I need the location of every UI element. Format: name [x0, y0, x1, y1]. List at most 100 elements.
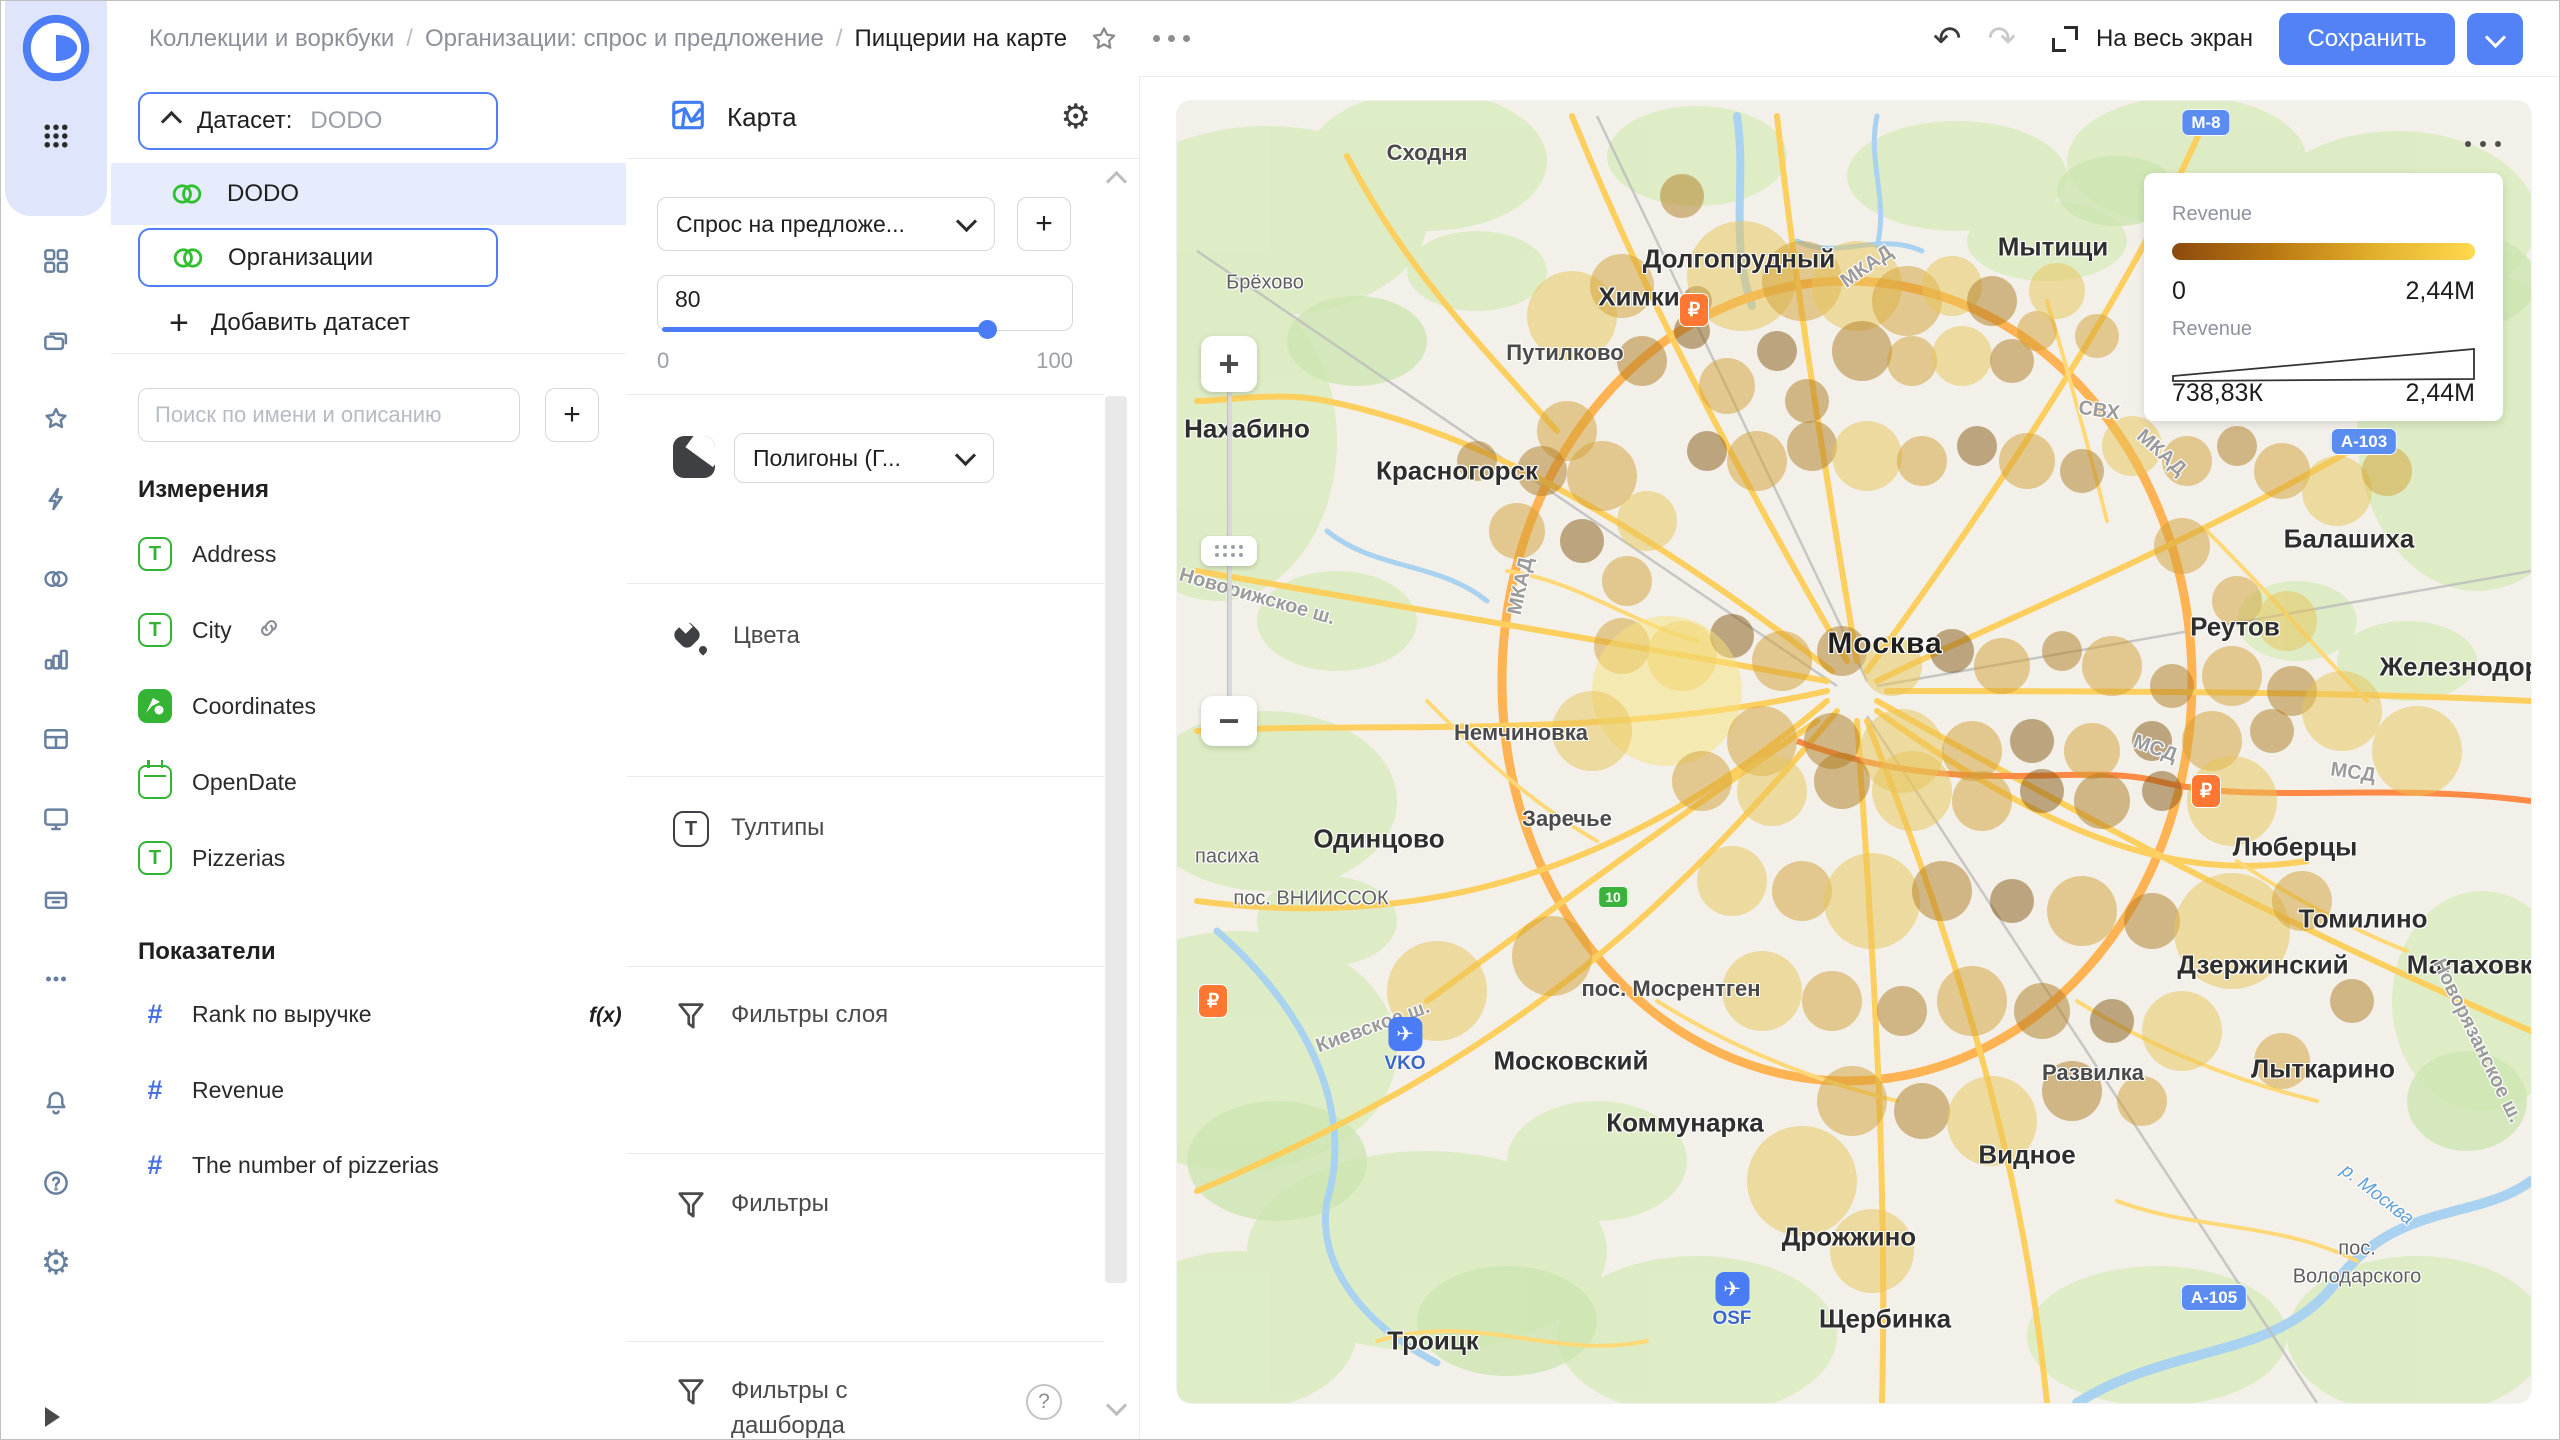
more-dots-icon[interactable] [1, 949, 111, 1009]
divider [626, 966, 1104, 967]
tooltip-icon: T [673, 811, 709, 847]
redo-icon[interactable]: ↷ [1987, 22, 2016, 56]
opacity-slider-fill [662, 327, 987, 332]
layer-filters-section[interactable]: Фильтры слоя [673, 998, 888, 1041]
table-icon[interactable] [1, 709, 111, 769]
tooltips-section[interactable]: T Тултипы [673, 811, 824, 847]
plus-icon: + [169, 306, 189, 340]
field-address[interactable]: T Address [138, 532, 276, 576]
funnel-icon [673, 1374, 709, 1417]
scroll-up-icon[interactable] [1106, 171, 1127, 192]
fullscreen-icon[interactable] [2052, 26, 2078, 52]
divider [626, 583, 1104, 584]
breadcrumb-current-page: Пиццерии на карте [855, 25, 1068, 53]
layer-select[interactable]: Спрос на предложе... [657, 197, 995, 251]
fullscreen-label[interactable]: На весь экран [2096, 25, 2253, 53]
legend-size-max: 2,44М [2406, 379, 2475, 408]
colors-section[interactable]: Цвета [673, 619, 800, 657]
field-opendate[interactable]: OpenDate [138, 760, 297, 804]
breadcrumb-separator: / [836, 25, 843, 53]
field-number-of-pizzerias[interactable]: # The number of pizzerias [138, 1143, 439, 1187]
grid-squares-icon[interactable] [1, 231, 111, 291]
dataset-selector[interactable]: Датасет: DODO [138, 92, 498, 150]
map-canvas[interactable]: СходняБрёховоДолгопрудныйМытищиХимкиПути… [1177, 101, 2531, 1403]
dataset-item-dodo[interactable]: DODO [111, 163, 626, 225]
number-field-icon: # [138, 1075, 172, 1106]
settings-gear-icon[interactable]: ⚙ [1, 1233, 111, 1293]
field-coordinates[interactable]: Coordinates [138, 684, 316, 728]
legend-color-title: Revenue [2172, 203, 2252, 226]
apps-grid-icon[interactable] [1, 106, 111, 166]
add-field-button[interactable]: + [545, 388, 599, 442]
add-layer-button[interactable]: + [1017, 197, 1071, 251]
expand-panel-icon[interactable] [45, 1407, 60, 1427]
layer-opacity-control: 80 [657, 275, 1073, 331]
measures-title: Показатели [138, 938, 276, 966]
zoom-in-button[interactable]: + [1201, 336, 1257, 392]
opacity-slider[interactable] [662, 327, 1068, 332]
text-field-icon: T [138, 841, 172, 875]
opacity-value[interactable]: 80 [675, 286, 701, 313]
save-dropdown-button[interactable] [2467, 13, 2523, 65]
notifications-bell-icon[interactable] [1, 1073, 111, 1133]
left-nav-sidebar: ⚙ [1, 1, 112, 1440]
divider [111, 353, 626, 354]
datasets-circles-icon[interactable] [1, 549, 111, 609]
dataset-item-label: Организации [228, 244, 373, 272]
help-icon[interactable] [1, 1153, 111, 1213]
formula-icon: f(x) [589, 1004, 622, 1028]
add-dataset-button[interactable]: + Добавить датасет [169, 298, 410, 348]
chart-settings-gear-icon[interactable]: ⚙ [1061, 100, 1091, 134]
lightning-icon[interactable] [1, 469, 111, 529]
favorites-star-icon[interactable] [1, 389, 111, 449]
map-options-icon[interactable] [2465, 141, 2519, 147]
datalens-logo-icon[interactable] [21, 13, 91, 83]
text-field-icon: T [138, 537, 172, 571]
field-rank[interactable]: # Rank по выручке [138, 992, 372, 1036]
dataset-item-organizations[interactable]: Организации [138, 228, 498, 287]
bar-chart-icon[interactable] [1, 629, 111, 689]
divider [626, 394, 1104, 395]
field-search-input[interactable] [139, 389, 519, 441]
field-revenue[interactable]: # Revenue [138, 1068, 284, 1112]
datalens-wizard-window: ⚙ Коллекции и воркбуки / Организации: сп… [0, 0, 2560, 1440]
map-legend: Revenue 0 2,44M Revenue 738,83К 2,44М [2144, 173, 2503, 421]
breadcrumb: Коллекции и воркбуки / Организации: спро… [149, 25, 1067, 53]
zoom-out-button[interactable]: − [1201, 696, 1257, 746]
text-field-icon: T [138, 613, 172, 647]
dataset-icon [169, 180, 205, 208]
breadcrumb-collections[interactable]: Коллекции и воркбуки [149, 25, 394, 53]
favorite-star-icon[interactable] [1089, 24, 1119, 54]
funnel-icon [673, 1187, 709, 1230]
opacity-slider-knob[interactable] [978, 320, 997, 339]
divider [626, 1341, 1104, 1342]
link-icon [256, 615, 282, 646]
filters-section[interactable]: Фильтры [673, 1187, 829, 1230]
field-pizzerias[interactable]: T Pizzerias [138, 836, 285, 880]
visualization-panel: Карта ⚙ Спрос на предложе... + 80 0 100 … [626, 76, 1140, 1440]
funnel-icon [673, 998, 709, 1041]
field-city[interactable]: T City [138, 608, 282, 652]
dataset-item-label: DODO [227, 180, 299, 208]
dashboard-filters-section[interactable]: Фильтры с дашборда [673, 1374, 911, 1440]
help-icon[interactable]: ? [1026, 1384, 1062, 1420]
breadcrumb-workbook[interactable]: Организации: спрос и предложение [425, 25, 824, 53]
paint-bucket-icon [673, 619, 711, 657]
legend-size-min: 738,83К [2172, 379, 2263, 408]
field-search [138, 388, 520, 442]
more-actions-icon[interactable] [1149, 35, 1193, 42]
scroll-down-icon[interactable] [1106, 1395, 1127, 1416]
panel-scrollbar[interactable] [1105, 396, 1127, 1283]
storage-box-icon[interactable] [1, 869, 111, 929]
save-button[interactable]: Сохранить [2279, 13, 2455, 65]
monitor-icon[interactable] [1, 789, 111, 849]
geopoint-field-icon [138, 689, 172, 723]
geotype-select[interactable]: Полигоны (Г... [734, 433, 994, 483]
zoom-slider-handle[interactable] [1201, 536, 1257, 566]
collections-folder-icon[interactable] [1, 311, 111, 371]
undo-icon[interactable]: ↶ [1933, 22, 1962, 56]
legend-color-gradient [2172, 243, 2475, 260]
top-toolbar: Коллекции и воркбуки / Организации: спро… [111, 1, 2560, 77]
breadcrumb-separator: / [406, 25, 413, 53]
dataset-panel: Датасет: DODO DODO Организации + Добавит… [111, 76, 627, 1440]
